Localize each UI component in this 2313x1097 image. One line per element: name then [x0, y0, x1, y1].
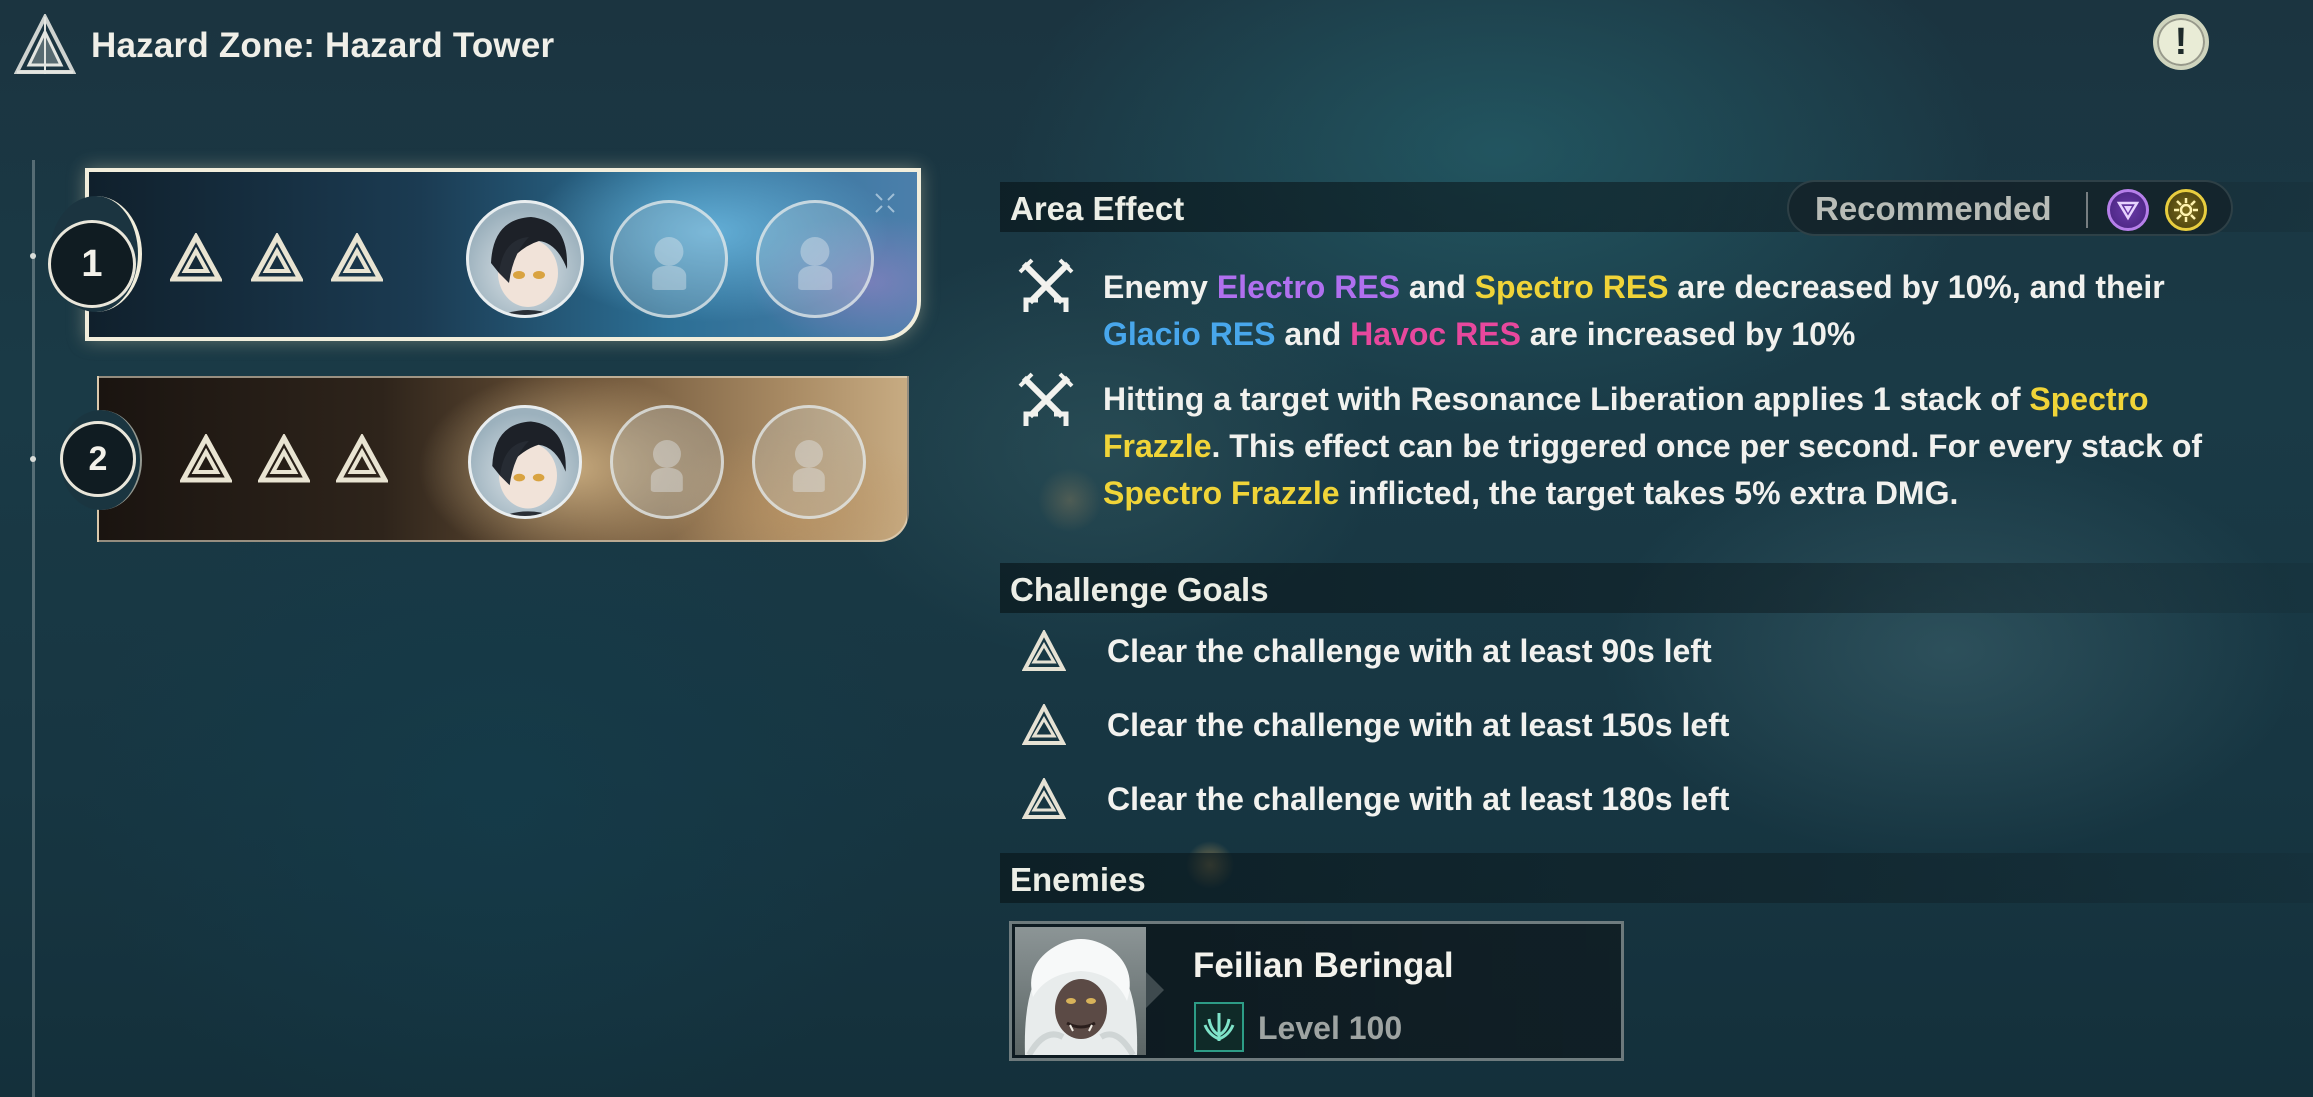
stage-number: 2	[60, 421, 136, 497]
goal-triangle-icon	[1022, 630, 1066, 671]
goal-triangle-icon	[251, 233, 303, 282]
exclamation-icon: !	[2174, 21, 2188, 63]
info-button[interactable]: !	[2153, 14, 2209, 70]
challenge-goals-header: Challenge Goals	[1000, 563, 2313, 613]
crossed-swords-icon	[1018, 372, 1074, 426]
area-effect-text-1: Enemy Electro RES and Spectro RES are de…	[1103, 269, 2165, 352]
enemy-card-pointer	[1146, 972, 1164, 1008]
team-slot-character[interactable]	[466, 200, 584, 318]
challenge-goals-title: Challenge Goals	[1010, 571, 1269, 608]
area-effect-title: Area Effect	[1010, 190, 1185, 227]
enemies-header: Enemies	[1000, 853, 2313, 903]
area-effect-text-2: Hitting a target with Resonance Liberati…	[1103, 381, 2203, 511]
timeline-dot	[30, 253, 36, 259]
stage-number: 1	[48, 220, 136, 308]
recommended-divider	[2086, 192, 2088, 228]
team-slot-empty[interactable]	[610, 405, 724, 519]
goal-triangle-icon	[1022, 778, 1066, 819]
team-slot-empty[interactable]	[752, 405, 866, 519]
enemies-title: Enemies	[1010, 861, 1146, 898]
goal-triangle-icon	[1022, 704, 1066, 745]
challenge-goal-3: Clear the challenge with at least 180s l…	[1107, 781, 1730, 817]
crossed-swords-icon	[1018, 258, 1074, 312]
goal-triangle-icon	[258, 434, 310, 483]
goal-triangle-icon	[170, 233, 222, 282]
recommended-label: Recommended	[1815, 190, 2052, 227]
page-title: Hazard Zone: Hazard Tower	[91, 26, 555, 65]
enemy-level: Level 100	[1258, 1010, 1403, 1046]
stage-timeline	[32, 160, 35, 1097]
challenge-goal-1: Clear the challenge with at least 90s le…	[1107, 633, 1712, 669]
team-slot-empty[interactable]	[756, 200, 874, 318]
timeline-dot	[30, 456, 36, 462]
tower-logo-icon	[13, 12, 77, 78]
goal-triangle-icon	[336, 434, 388, 483]
enemy-name: Feilian Beringal	[1193, 946, 1454, 985]
team-slot-character[interactable]	[468, 405, 582, 519]
team-slot-empty[interactable]	[610, 200, 728, 318]
goal-triangle-icon	[331, 233, 383, 282]
challenge-goal-2: Clear the challenge with at least 150s l…	[1107, 707, 1730, 743]
enemy-portrait	[1015, 927, 1146, 1055]
goal-triangle-icon	[180, 434, 232, 483]
enemy-card[interactable]: Feilian Beringal Level 100	[1009, 921, 1624, 1061]
electro-icon	[2107, 189, 2149, 231]
spectro-icon	[2165, 189, 2207, 231]
recommended-panel[interactable]: Recommended	[1787, 180, 2233, 236]
expand-corner-icon	[875, 193, 895, 213]
enemy-class-icon	[1194, 1002, 1244, 1052]
